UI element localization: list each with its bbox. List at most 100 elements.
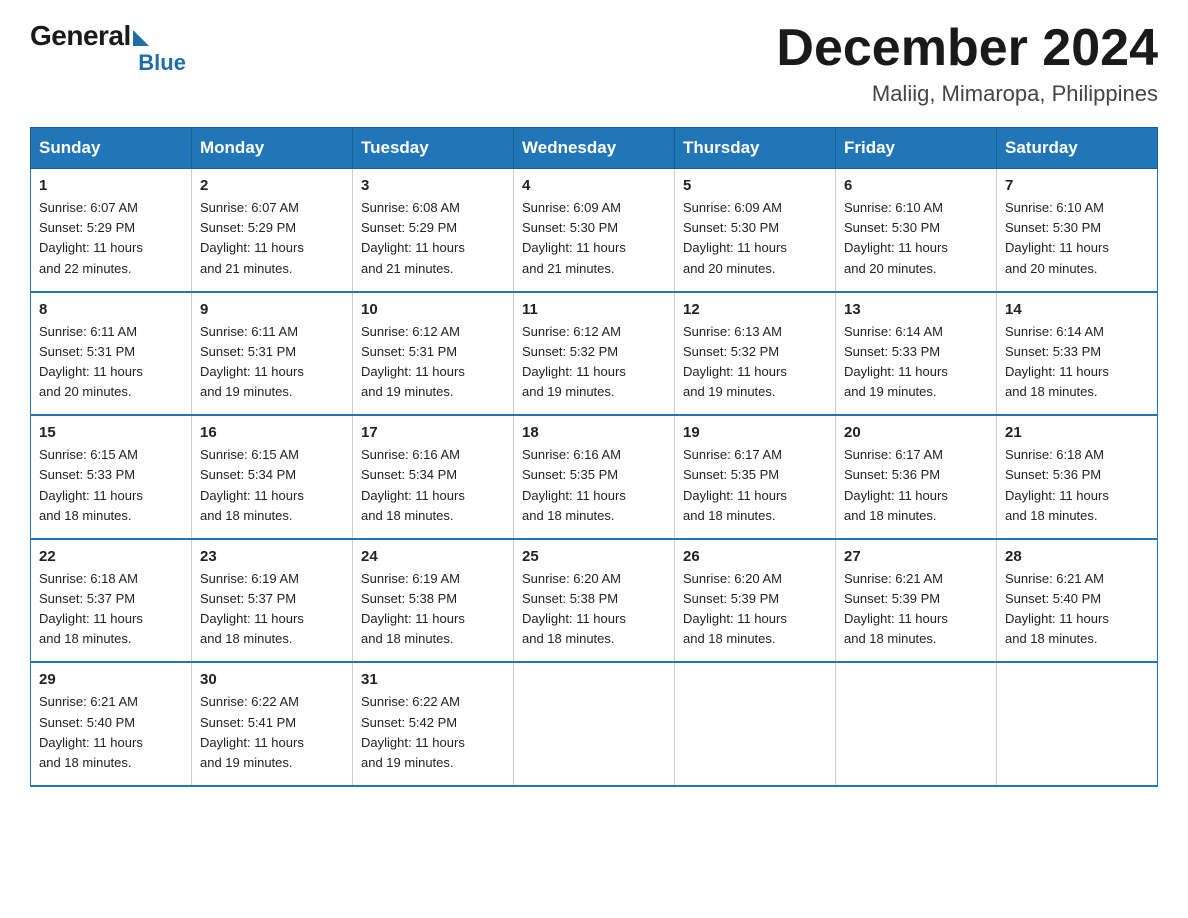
day-number: 31: [361, 671, 505, 688]
day-info: Sunrise: 6:22 AM Sunset: 5:41 PM Dayligh…: [200, 692, 344, 773]
calendar-header: SundayMondayTuesdayWednesdayThursdayFrid…: [31, 128, 1158, 169]
day-cell: 6 Sunrise: 6:10 AM Sunset: 5:30 PM Dayli…: [836, 169, 997, 292]
day-cell: 2 Sunrise: 6:07 AM Sunset: 5:29 PM Dayli…: [192, 169, 353, 292]
day-number: 8: [39, 301, 183, 318]
day-info: Sunrise: 6:10 AM Sunset: 5:30 PM Dayligh…: [1005, 198, 1149, 279]
day-number: 24: [361, 548, 505, 565]
day-cell: [514, 662, 675, 786]
day-cell: 25 Sunrise: 6:20 AM Sunset: 5:38 PM Dayl…: [514, 539, 675, 663]
header-thursday: Thursday: [675, 128, 836, 169]
day-number: 3: [361, 177, 505, 194]
logo-arrow-icon: [133, 30, 149, 46]
day-number: 29: [39, 671, 183, 688]
day-info: Sunrise: 6:21 AM Sunset: 5:40 PM Dayligh…: [39, 692, 183, 773]
week-row-3: 15 Sunrise: 6:15 AM Sunset: 5:33 PM Dayl…: [31, 415, 1158, 539]
day-number: 30: [200, 671, 344, 688]
month-year-title: December 2024: [776, 20, 1158, 77]
day-cell: 13 Sunrise: 6:14 AM Sunset: 5:33 PM Dayl…: [836, 292, 997, 416]
day-cell: 29 Sunrise: 6:21 AM Sunset: 5:40 PM Dayl…: [31, 662, 192, 786]
day-cell: 8 Sunrise: 6:11 AM Sunset: 5:31 PM Dayli…: [31, 292, 192, 416]
day-number: 25: [522, 548, 666, 565]
day-cell: 23 Sunrise: 6:19 AM Sunset: 5:37 PM Dayl…: [192, 539, 353, 663]
day-info: Sunrise: 6:14 AM Sunset: 5:33 PM Dayligh…: [844, 322, 988, 403]
day-number: 19: [683, 424, 827, 441]
calendar-body: 1 Sunrise: 6:07 AM Sunset: 5:29 PM Dayli…: [31, 169, 1158, 786]
day-number: 9: [200, 301, 344, 318]
day-info: Sunrise: 6:16 AM Sunset: 5:34 PM Dayligh…: [361, 445, 505, 526]
day-cell: 12 Sunrise: 6:13 AM Sunset: 5:32 PM Dayl…: [675, 292, 836, 416]
week-row-5: 29 Sunrise: 6:21 AM Sunset: 5:40 PM Dayl…: [31, 662, 1158, 786]
day-number: 27: [844, 548, 988, 565]
day-info: Sunrise: 6:19 AM Sunset: 5:37 PM Dayligh…: [200, 569, 344, 650]
day-cell: [836, 662, 997, 786]
day-cell: 9 Sunrise: 6:11 AM Sunset: 5:31 PM Dayli…: [192, 292, 353, 416]
day-info: Sunrise: 6:17 AM Sunset: 5:36 PM Dayligh…: [844, 445, 988, 526]
day-cell: 18 Sunrise: 6:16 AM Sunset: 5:35 PM Dayl…: [514, 415, 675, 539]
header-monday: Monday: [192, 128, 353, 169]
page-header: General General Blue December 2024 Malii…: [30, 20, 1158, 107]
day-number: 2: [200, 177, 344, 194]
day-info: Sunrise: 6:07 AM Sunset: 5:29 PM Dayligh…: [39, 198, 183, 279]
day-cell: 24 Sunrise: 6:19 AM Sunset: 5:38 PM Dayl…: [353, 539, 514, 663]
day-info: Sunrise: 6:20 AM Sunset: 5:38 PM Dayligh…: [522, 569, 666, 650]
day-cell: 5 Sunrise: 6:09 AM Sunset: 5:30 PM Dayli…: [675, 169, 836, 292]
day-cell: 15 Sunrise: 6:15 AM Sunset: 5:33 PM Dayl…: [31, 415, 192, 539]
day-number: 26: [683, 548, 827, 565]
day-info: Sunrise: 6:12 AM Sunset: 5:31 PM Dayligh…: [361, 322, 505, 403]
day-info: Sunrise: 6:15 AM Sunset: 5:34 PM Dayligh…: [200, 445, 344, 526]
day-number: 21: [1005, 424, 1149, 441]
day-info: Sunrise: 6:10 AM Sunset: 5:30 PM Dayligh…: [844, 198, 988, 279]
header-wednesday: Wednesday: [514, 128, 675, 169]
day-cell: 21 Sunrise: 6:18 AM Sunset: 5:36 PM Dayl…: [997, 415, 1158, 539]
day-info: Sunrise: 6:18 AM Sunset: 5:37 PM Dayligh…: [39, 569, 183, 650]
header-tuesday: Tuesday: [353, 128, 514, 169]
day-cell: 26 Sunrise: 6:20 AM Sunset: 5:39 PM Dayl…: [675, 539, 836, 663]
logo-blue-text: Blue: [138, 50, 186, 76]
day-info: Sunrise: 6:13 AM Sunset: 5:32 PM Dayligh…: [683, 322, 827, 403]
day-number: 6: [844, 177, 988, 194]
day-number: 20: [844, 424, 988, 441]
day-number: 16: [200, 424, 344, 441]
day-info: Sunrise: 6:21 AM Sunset: 5:39 PM Dayligh…: [844, 569, 988, 650]
day-cell: 10 Sunrise: 6:12 AM Sunset: 5:31 PM Dayl…: [353, 292, 514, 416]
week-row-1: 1 Sunrise: 6:07 AM Sunset: 5:29 PM Dayli…: [31, 169, 1158, 292]
day-number: 14: [1005, 301, 1149, 318]
day-cell: 14 Sunrise: 6:14 AM Sunset: 5:33 PM Dayl…: [997, 292, 1158, 416]
day-info: Sunrise: 6:17 AM Sunset: 5:35 PM Dayligh…: [683, 445, 827, 526]
day-info: Sunrise: 6:12 AM Sunset: 5:32 PM Dayligh…: [522, 322, 666, 403]
day-cell: 28 Sunrise: 6:21 AM Sunset: 5:40 PM Dayl…: [997, 539, 1158, 663]
day-number: 7: [1005, 177, 1149, 194]
day-info: Sunrise: 6:14 AM Sunset: 5:33 PM Dayligh…: [1005, 322, 1149, 403]
day-info: Sunrise: 6:21 AM Sunset: 5:40 PM Dayligh…: [1005, 569, 1149, 650]
header-row: SundayMondayTuesdayWednesdayThursdayFrid…: [31, 128, 1158, 169]
day-cell: 1 Sunrise: 6:07 AM Sunset: 5:29 PM Dayli…: [31, 169, 192, 292]
day-info: Sunrise: 6:19 AM Sunset: 5:38 PM Dayligh…: [361, 569, 505, 650]
day-number: 5: [683, 177, 827, 194]
day-cell: [997, 662, 1158, 786]
day-info: Sunrise: 6:15 AM Sunset: 5:33 PM Dayligh…: [39, 445, 183, 526]
day-number: 15: [39, 424, 183, 441]
location-text: Maliig, Mimaropa, Philippines: [776, 81, 1158, 107]
header-saturday: Saturday: [997, 128, 1158, 169]
day-cell: 31 Sunrise: 6:22 AM Sunset: 5:42 PM Dayl…: [353, 662, 514, 786]
day-number: 22: [39, 548, 183, 565]
day-number: 17: [361, 424, 505, 441]
day-info: Sunrise: 6:22 AM Sunset: 5:42 PM Dayligh…: [361, 692, 505, 773]
day-cell: 11 Sunrise: 6:12 AM Sunset: 5:32 PM Dayl…: [514, 292, 675, 416]
day-cell: 7 Sunrise: 6:10 AM Sunset: 5:30 PM Dayli…: [997, 169, 1158, 292]
day-number: 23: [200, 548, 344, 565]
day-cell: 20 Sunrise: 6:17 AM Sunset: 5:36 PM Dayl…: [836, 415, 997, 539]
day-number: 10: [361, 301, 505, 318]
day-number: 12: [683, 301, 827, 318]
day-info: Sunrise: 6:11 AM Sunset: 5:31 PM Dayligh…: [39, 322, 183, 403]
day-number: 1: [39, 177, 183, 194]
day-number: 18: [522, 424, 666, 441]
day-cell: 3 Sunrise: 6:08 AM Sunset: 5:29 PM Dayli…: [353, 169, 514, 292]
day-info: Sunrise: 6:18 AM Sunset: 5:36 PM Dayligh…: [1005, 445, 1149, 526]
day-cell: 17 Sunrise: 6:16 AM Sunset: 5:34 PM Dayl…: [353, 415, 514, 539]
day-cell: 30 Sunrise: 6:22 AM Sunset: 5:41 PM Dayl…: [192, 662, 353, 786]
week-row-4: 22 Sunrise: 6:18 AM Sunset: 5:37 PM Dayl…: [31, 539, 1158, 663]
logo-general-text: General: [30, 20, 131, 52]
header-friday: Friday: [836, 128, 997, 169]
day-number: 13: [844, 301, 988, 318]
